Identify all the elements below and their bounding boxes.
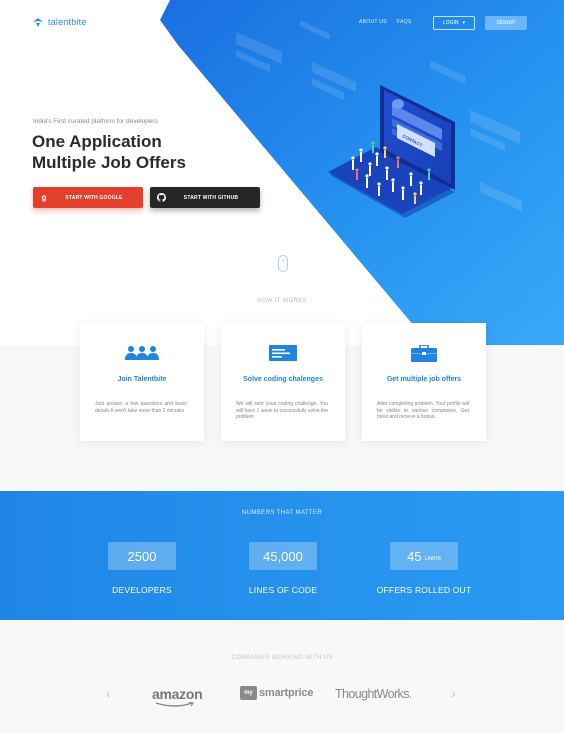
github-icon [150,193,172,202]
google-icon: g [41,193,47,202]
companies-section: COMPANIES WORKING WITH US ‹ › amazon my … [0,620,564,733]
mysmartprice-badge: my [240,686,257,700]
step-card-offers: Get multiple job offers After completing… [362,323,486,441]
step-card-coding: Solve coding chalenges We will sent youa… [221,323,345,441]
hero-headline-line-2: Multiple Job Offers [32,153,186,172]
numbers-section: NUMBERS THAT MATTER 2500 45,000 45 LAKHS… [0,491,564,620]
step-description: After completing problem. Your profile w… [377,401,469,421]
step-description: We will sent youa coding challenge. You … [236,401,328,421]
briefcase-icon [411,345,437,362]
stat-value-box: 45,000 [249,542,317,570]
hero-headline: One Application Multiple Job Offers [32,131,186,173]
numbers-title: NUMBERS THAT MATTER [241,510,323,516]
chevron-left-icon[interactable]: ‹ [106,686,111,700]
stat-value-box: 45 LAKHS [390,542,458,570]
step-description: Just answer a few questions and basic de… [95,401,187,414]
hero-section: CONTACT talentbite ABOUT US FAQS LOGIN ▾… [0,0,564,345]
chevron-down-icon: ▾ [462,20,466,26]
stat-unit: LAKHS [424,555,441,562]
nav-faqs-link[interactable]: FAQS [397,19,412,25]
code-window-icon [269,345,297,361]
mysmartprice-text: smartprice [259,687,314,699]
signup-label: SIGNUP [496,20,516,26]
stat-value: 45 [407,548,422,564]
talentbite-logo-icon [33,17,43,27]
chevron-right-icon[interactable]: › [451,686,456,700]
mysmartprice-logo: my smartprice [240,686,313,700]
stat-value: 2500 [127,548,157,564]
google-button-label: START WITH GOOGLE [65,194,123,201]
amazon-smile-icon [155,702,194,707]
stat-value: 45,000 [263,548,303,564]
stat-label: LINES OF CODE [248,585,318,595]
thoughtworks-logo: ThoughtWorks. [335,687,412,701]
how-it-works-title: HOW IT WORKS [257,298,307,304]
scroll-mouse-icon [278,255,288,272]
signup-button[interactable]: SIGNUP [485,16,527,30]
brand-logo[interactable]: talentbite [33,17,87,27]
hero-tagline: India's First curated platform for devel… [33,118,158,125]
step-card-join: Join Talentbite Just answer a few questi… [80,323,204,441]
nav-about-us-link[interactable]: ABOUT US [359,19,387,25]
step-title: Solve coding chalenges [243,376,323,383]
step-title: Join Talentbite [117,376,167,383]
hero-headline-line-1: One Application [32,132,162,151]
companies-title: COMPANIES WORKING WITH US [231,655,333,661]
start-with-google-button[interactable]: g START WITH GOOGLE [33,187,143,208]
start-with-github-button[interactable]: START WITH GITHUB [150,187,260,208]
stat-label: OFFERS ROLLED OUT [376,585,472,595]
stat-value-box: 2500 [108,542,176,570]
github-button-label: START WITH GITHUB [183,194,239,201]
step-title: Get multiple job offers [386,376,462,383]
login-button[interactable]: LOGIN ▾ [433,16,475,30]
people-icon [125,346,159,360]
amazon-logo: amazon [152,686,203,702]
stat-label: DEVELOPERS [112,585,172,595]
brand-name: talentbite [48,17,87,27]
login-label: LOGIN [442,20,459,26]
